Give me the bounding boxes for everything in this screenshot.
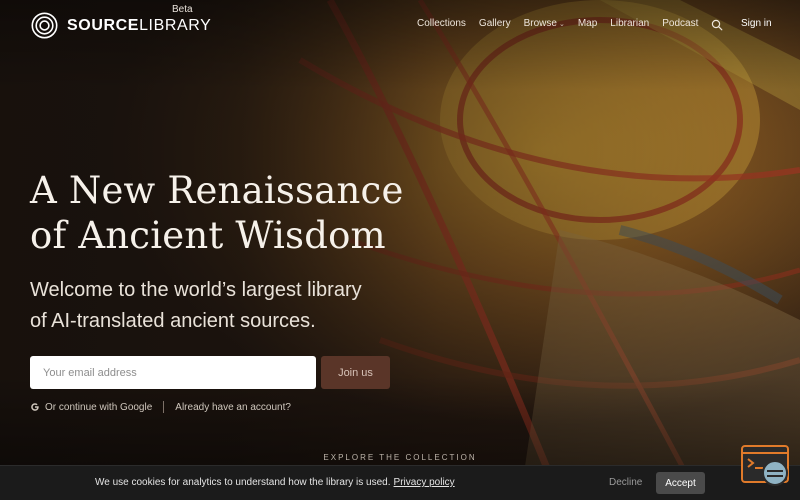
hero-headline-line2: of Ancient Wisdom bbox=[30, 214, 386, 257]
site-header: SOURCELIBRARY Beta Collections Gallery B… bbox=[0, 0, 800, 50]
nav-item-librarian[interactable]: Librarian bbox=[610, 18, 649, 29]
cookie-message-text: We use cookies for analytics to understa… bbox=[95, 477, 391, 488]
nav-item-podcast[interactable]: Podcast bbox=[662, 18, 698, 29]
cookie-message: We use cookies for analytics to understa… bbox=[95, 477, 455, 488]
signup-form: Join us bbox=[30, 356, 390, 389]
nav-item-map[interactable]: Map bbox=[578, 18, 597, 29]
main-nav: Collections Gallery Browse ⌄ Map Libraria… bbox=[417, 18, 711, 29]
hero-subheadline: Welcome to the world’s largest library o… bbox=[30, 275, 410, 337]
concentric-circles-logo-icon bbox=[31, 12, 58, 39]
alt-auth-row: Or continue with Google Already have an … bbox=[30, 401, 291, 413]
accept-cookies-button[interactable]: Accept bbox=[656, 472, 705, 494]
divider bbox=[163, 401, 165, 413]
hero-subheadline-line1: Welcome to the world’s largest library bbox=[30, 279, 362, 301]
beta-badge: Beta bbox=[172, 4, 193, 15]
existing-account-link[interactable]: Already have an account? bbox=[175, 402, 291, 413]
nav-item-gallery[interactable]: Gallery bbox=[479, 18, 511, 29]
brand-name-bold: SOURCE bbox=[67, 17, 140, 34]
google-signin-link[interactable]: Or continue with Google bbox=[30, 402, 152, 413]
chat-widget-icon[interactable] bbox=[741, 444, 791, 490]
nav-item-browse-label: Browse bbox=[523, 18, 557, 29]
google-icon bbox=[31, 403, 39, 411]
join-button[interactable]: Join us bbox=[321, 356, 390, 389]
chevron-down-icon: ⌄ bbox=[558, 21, 565, 28]
hero-subheadline-line2: of AI-translated ancient sources. bbox=[30, 310, 316, 332]
decline-cookies-button[interactable]: Decline bbox=[609, 477, 642, 488]
brand-name: SOURCELIBRARY bbox=[67, 12, 211, 39]
email-input[interactable] bbox=[30, 356, 316, 389]
sign-in-link[interactable]: Sign in bbox=[741, 18, 772, 29]
hero-headline: A New Renaissance of Ancient Wisdom bbox=[30, 168, 450, 258]
cookie-banner: We use cookies for analytics to understa… bbox=[0, 465, 800, 500]
hero-headline-line1: A New Renaissance bbox=[30, 169, 404, 212]
privacy-policy-link[interactable]: Privacy policy bbox=[394, 477, 455, 488]
brand-name-light: LIBRARY bbox=[139, 17, 212, 34]
google-signin-label: Or continue with Google bbox=[45, 401, 153, 413]
brand-logo[interactable]: SOURCELIBRARY bbox=[31, 12, 211, 39]
explore-collection-label[interactable]: EXPLORE THE COLLECTION bbox=[0, 453, 800, 462]
nav-item-browse[interactable]: Browse ⌄ bbox=[524, 18, 565, 29]
search-icon[interactable] bbox=[711, 19, 723, 31]
nav-item-collections[interactable]: Collections bbox=[417, 18, 466, 29]
